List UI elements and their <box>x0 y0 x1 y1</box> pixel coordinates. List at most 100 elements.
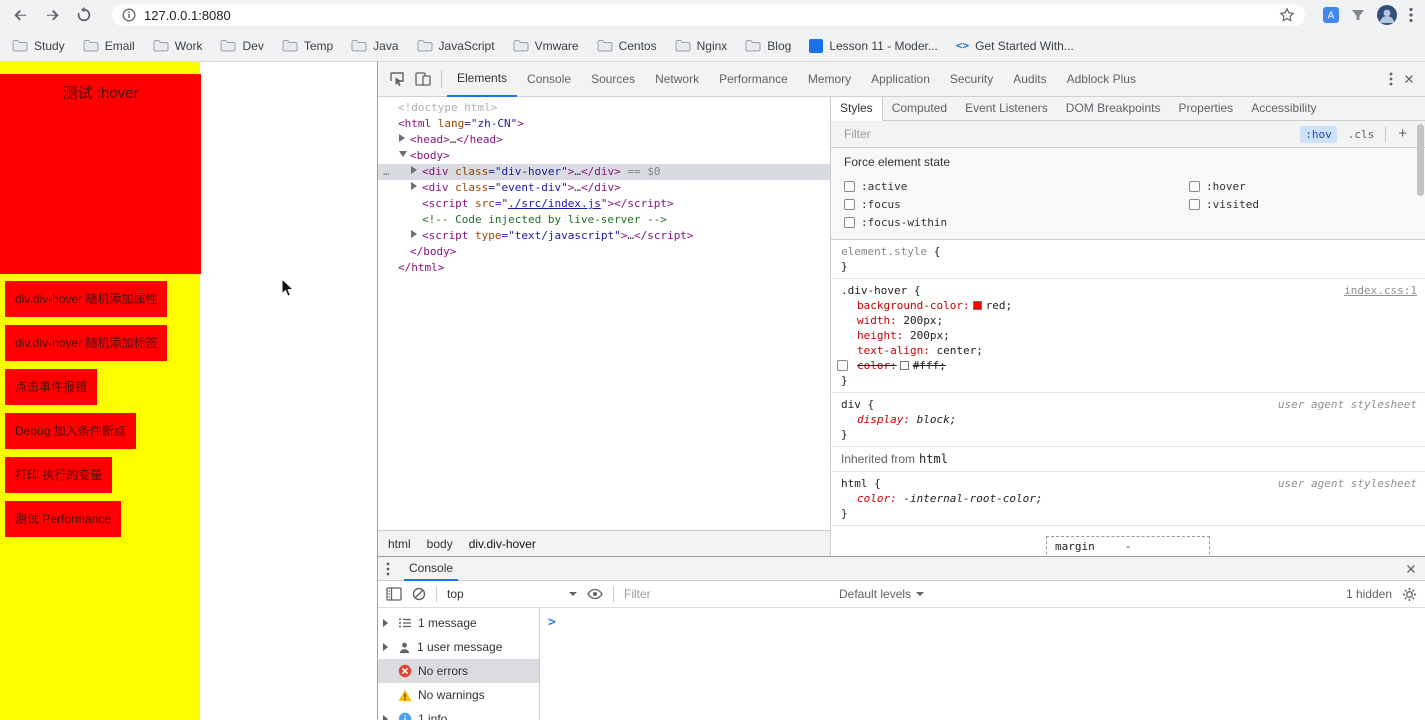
bookmark-folder[interactable]: Centos <box>597 39 657 53</box>
styles-filter-input[interactable]: Filter <box>844 127 871 141</box>
console-output[interactable]: > <box>540 608 1425 720</box>
expand-arrow-icon[interactable] <box>411 164 422 180</box>
bookmark-folder[interactable]: Temp <box>282 39 333 53</box>
dom-node-event-div[interactable]: <div class="event-div">…</div> <box>378 180 830 196</box>
checkbox[interactable] <box>844 216 855 228</box>
page-button[interactable]: 打印 执行的变量 <box>5 457 113 493</box>
css-declaration[interactable]: display: block; <box>841 412 1417 427</box>
dropdown-extension-icon[interactable] <box>1351 9 1365 21</box>
expand-arrow-icon[interactable] <box>411 228 422 244</box>
profile-avatar[interactable] <box>1377 5 1397 25</box>
console-filter-messages[interactable]: 1 message <box>378 611 539 635</box>
console-sidebar-toggle-icon[interactable] <box>386 587 402 601</box>
bookmark-folder[interactable]: Java <box>351 39 399 53</box>
checkbox[interactable] <box>844 180 855 192</box>
drawer-close-icon[interactable] <box>1405 563 1417 575</box>
dom-node-html-close[interactable]: </html> <box>378 260 830 276</box>
devtools-close-icon[interactable] <box>1403 73 1415 85</box>
dom-node-html[interactable]: <html lang="zh-CN"> <box>378 116 830 132</box>
tab-accessibility[interactable]: Accessibility <box>1242 97 1325 121</box>
console-prompt-icon[interactable]: > <box>548 615 556 630</box>
element-classes-button[interactable]: .cls <box>1343 126 1380 143</box>
collapse-arrow-icon[interactable] <box>399 148 410 164</box>
new-style-rule-button[interactable]: + <box>1392 125 1413 144</box>
tab-security[interactable]: Security <box>940 62 1003 97</box>
css-declaration[interactable]: text-align: center; <box>841 343 1417 358</box>
css-rule-html[interactable]: html {user agent stylesheet color: -inte… <box>831 472 1425 526</box>
breadcrumb-body[interactable]: body <box>427 537 453 551</box>
device-toolbar-icon[interactable] <box>410 66 436 92</box>
site-info-icon[interactable] <box>122 8 136 22</box>
dom-node-doctype[interactable]: <!doctype html> <box>378 100 830 116</box>
state-active[interactable]: :active <box>844 177 1189 195</box>
url-text[interactable]: 127.0.0.1:8080 <box>144 8 231 23</box>
css-declaration[interactable]: height: 200px; <box>841 328 1417 343</box>
expand-arrow-icon[interactable] <box>399 132 410 148</box>
checkbox[interactable] <box>1189 198 1200 210</box>
bookmark-folder[interactable]: Email <box>83 39 135 53</box>
bookmark-folder[interactable]: Blog <box>745 39 791 53</box>
drawer-menu-icon[interactable] <box>386 562 390 576</box>
element-style-rule[interactable]: element.style { } <box>831 240 1425 279</box>
toggle-element-state-button[interactable]: :hov <box>1300 125 1337 143</box>
expand-arrow-icon[interactable] <box>411 180 422 196</box>
more-actions-marker[interactable]: … <box>383 164 390 180</box>
bookmark-folder[interactable]: Study <box>12 39 65 53</box>
styles-scrollbar[interactable] <box>1416 122 1425 556</box>
live-expression-eye-icon[interactable] <box>587 588 603 600</box>
tab-properties[interactable]: Properties <box>1169 97 1242 121</box>
tab-dom-breakpoints[interactable]: DOM Breakpoints <box>1057 97 1170 121</box>
breadcrumb-html[interactable]: html <box>388 537 411 551</box>
expand-arrow-icon[interactable] <box>383 643 392 651</box>
state-hover[interactable]: :hover <box>1189 177 1425 195</box>
clear-console-icon[interactable] <box>412 587 426 601</box>
forward-button[interactable] <box>42 5 62 25</box>
expand-arrow-icon[interactable] <box>383 715 392 720</box>
console-filter-warnings[interactable]: No warnings <box>378 683 539 707</box>
tab-elements[interactable]: Elements <box>447 62 518 97</box>
css-declaration[interactable]: color: -internal-root-color; <box>841 491 1417 506</box>
tab-console-drawer[interactable]: Console <box>404 557 459 581</box>
tab-sources[interactable]: Sources <box>581 62 645 97</box>
bookmark-item[interactable]: <> Get Started With... <box>956 39 1074 53</box>
dom-node-body-close[interactable]: </body> <box>378 244 830 260</box>
dom-node-script-inline[interactable]: <script type="text/javascript">…</script… <box>378 228 830 244</box>
checkbox[interactable] <box>1189 180 1200 192</box>
bookmark-star-icon[interactable] <box>1279 7 1295 23</box>
checkbox[interactable] <box>844 198 855 210</box>
color-swatch[interactable] <box>972 301 982 310</box>
bookmark-folder[interactable]: JavaScript <box>417 39 495 53</box>
css-rule-div-hover[interactable]: .div-hover {index.css:1 background-color… <box>831 279 1425 393</box>
page-button[interactable]: Debug 加入条件断点 <box>5 413 136 449</box>
bookmark-folder[interactable]: Work <box>153 39 202 53</box>
tab-audits[interactable]: Audits <box>1003 62 1056 97</box>
page-button[interactable]: 测试 Performance <box>5 501 122 537</box>
state-focus[interactable]: :focus <box>844 195 1189 213</box>
breadcrumb-div-hover[interactable]: div.div-hover <box>469 537 536 551</box>
css-rule-div[interactable]: div {user agent stylesheet display: bloc… <box>831 393 1425 447</box>
dom-node-div-hover[interactable]: … <div class="div-hover">…</div> == $0 <box>378 164 830 180</box>
hover-test-box[interactable]: 测试 :hover <box>0 74 201 274</box>
state-focus-within[interactable]: :focus-within <box>844 213 1189 231</box>
scrollbar-thumb[interactable] <box>1417 124 1424 196</box>
dom-node-head[interactable]: <head>…</head> <box>378 132 830 148</box>
page-button[interactable]: div.div-hover 随机添加标签 <box>5 325 168 361</box>
css-declaration[interactable]: width: 200px; <box>841 313 1417 328</box>
tab-styles[interactable]: Styles <box>831 97 883 121</box>
bookmark-folder[interactable]: Vmware <box>513 39 579 53</box>
stylesheet-source-link[interactable]: index.css:1 <box>1344 283 1417 298</box>
log-levels-select[interactable]: Default levels <box>839 587 925 601</box>
tab-memory[interactable]: Memory <box>798 62 861 97</box>
back-button[interactable] <box>10 5 30 25</box>
expand-arrow-icon[interactable] <box>383 619 392 627</box>
box-model-diagram[interactable]: margin - <box>1046 536 1210 556</box>
dom-node-comment[interactable]: <!-- Code injected by live-server --> <box>378 212 830 228</box>
bookmark-item[interactable]: Lesson 11 - Moder... <box>809 38 938 53</box>
color-swatch[interactable] <box>899 361 909 370</box>
margin-top-value[interactable]: - <box>1047 540 1209 553</box>
tab-network[interactable]: Network <box>645 62 709 97</box>
inspect-element-icon[interactable] <box>384 66 410 92</box>
javascript-context-select[interactable]: top <box>447 587 577 601</box>
css-declaration[interactable]: background-color: red; <box>841 298 1417 313</box>
page-button[interactable]: div.div-hover 随机添加属性 <box>5 281 168 317</box>
